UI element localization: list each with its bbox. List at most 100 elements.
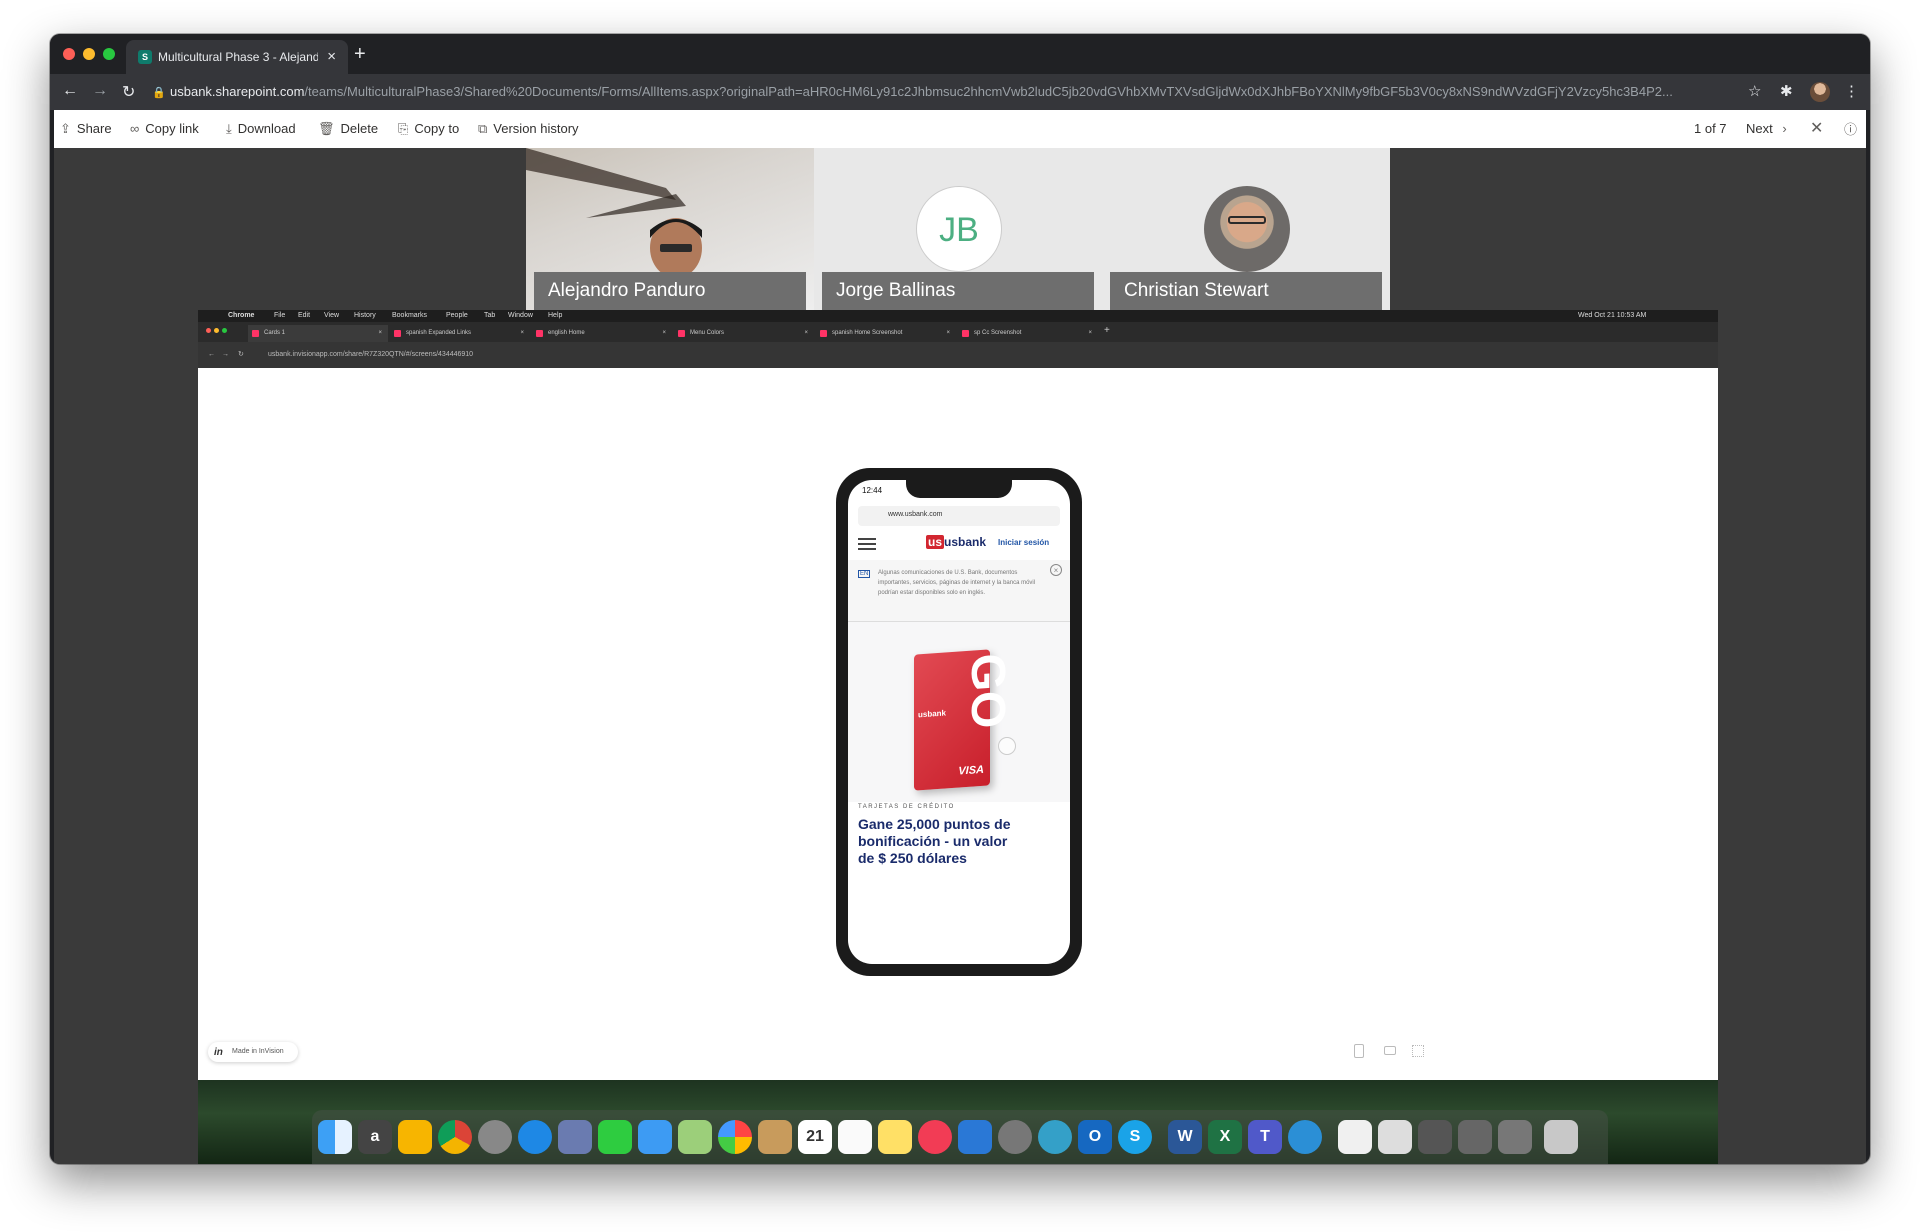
copy-icon: ⎘ bbox=[398, 121, 409, 136]
menu-item[interactable]: View bbox=[324, 310, 339, 322]
screenshot-icon[interactable] bbox=[1378, 1120, 1412, 1154]
minimize-window-button[interactable] bbox=[83, 48, 95, 60]
trash-icon[interactable] bbox=[1544, 1120, 1578, 1154]
screenshot-icon[interactable] bbox=[1418, 1120, 1452, 1154]
inner-tab[interactable]: Cards 1 × bbox=[248, 325, 388, 342]
extensions-icon[interactable]: ✱ bbox=[1780, 82, 1793, 100]
system-preferences-icon[interactable] bbox=[998, 1120, 1032, 1154]
delete-button[interactable]: 🗑 Delete bbox=[318, 121, 378, 137]
sketch-icon[interactable] bbox=[398, 1120, 432, 1154]
maximize-window-button[interactable] bbox=[103, 48, 115, 60]
address-bar[interactable]: 🔒 usbank.sharepoint.com/teams/Multicultur… bbox=[152, 80, 1792, 104]
inner-tab[interactable]: spanish Expanded Links × bbox=[390, 325, 530, 342]
forward-icon[interactable]: → bbox=[222, 342, 229, 368]
shared-screen: Chrome File Edit View History Bookmarks … bbox=[198, 310, 1718, 1164]
reload-icon[interactable]: ↻ bbox=[238, 342, 244, 368]
close-viewer-icon[interactable]: ✕ bbox=[1810, 118, 1823, 138]
messages-icon[interactable] bbox=[638, 1120, 672, 1154]
participant-tile[interactable]: Christian Stewart bbox=[1102, 148, 1390, 310]
document-icon[interactable] bbox=[1338, 1120, 1372, 1154]
download-button[interactable]: ⤓ Download bbox=[226, 121, 296, 137]
bookmark-star-icon[interactable]: ☆ bbox=[1748, 82, 1761, 100]
close-window-button[interactable] bbox=[63, 48, 75, 60]
menu-item[interactable]: History bbox=[354, 310, 376, 322]
safari-icon[interactable] bbox=[518, 1120, 552, 1154]
keynote-icon[interactable] bbox=[958, 1120, 992, 1154]
launchpad-icon[interactable] bbox=[478, 1120, 512, 1154]
made-in-invision-badge[interactable]: in Made in InVision bbox=[208, 1042, 298, 1062]
phone-screen: 12:44 www.usbank.com us usbank Iniciar se… bbox=[848, 480, 1070, 964]
forward-icon[interactable]: → bbox=[92, 82, 108, 100]
menu-item[interactable]: File bbox=[274, 310, 285, 322]
tab-bar: S Multicultural Phase 3 - Alejand × + bbox=[50, 34, 1870, 74]
phone-address-bar[interactable]: www.usbank.com bbox=[858, 506, 1060, 526]
excel-icon[interactable]: X bbox=[1208, 1120, 1242, 1154]
menu-item[interactable]: People bbox=[446, 310, 468, 322]
menu-item[interactable]: Bookmarks bbox=[392, 310, 427, 322]
inner-tab[interactable]: sp Cc Screenshot × bbox=[958, 325, 1098, 342]
card-headline[interactable]: Gane 25,000 puntos de bonificación - un … bbox=[858, 816, 1018, 867]
contacts-icon[interactable] bbox=[758, 1120, 792, 1154]
inner-tab[interactable]: spanish Home Screenshot × bbox=[816, 325, 956, 342]
hamburger-icon[interactable] bbox=[858, 538, 876, 540]
teams-icon[interactable]: T bbox=[1248, 1120, 1282, 1154]
menu-item[interactable]: Edit bbox=[298, 310, 310, 322]
reload-icon[interactable]: ↻ bbox=[122, 82, 135, 102]
search-icon[interactable] bbox=[1288, 1120, 1322, 1154]
phone-mockup: 12:44 www.usbank.com us usbank Iniciar se… bbox=[836, 468, 1082, 976]
share-button[interactable]: ⇪ Share bbox=[60, 121, 112, 137]
card-brand: usbank bbox=[918, 708, 947, 720]
copy-to-button[interactable]: ⎘ Copy to bbox=[398, 121, 459, 137]
music-icon[interactable] bbox=[918, 1120, 952, 1154]
phone-url: www.usbank.com bbox=[888, 511, 943, 518]
facetime-icon[interactable] bbox=[598, 1120, 632, 1154]
copy-link-button[interactable]: ∞ Copy link bbox=[130, 121, 199, 136]
download-icon: ⤓ bbox=[226, 121, 232, 136]
back-icon[interactable]: ← bbox=[208, 342, 215, 368]
notes-icon[interactable] bbox=[878, 1120, 912, 1154]
participant-name: Christian Stewart bbox=[1110, 272, 1382, 310]
menu-item[interactable]: Tab bbox=[484, 310, 495, 322]
reminders-icon[interactable] bbox=[838, 1120, 872, 1154]
app-icon[interactable] bbox=[1038, 1120, 1072, 1154]
outlook-icon[interactable]: O bbox=[1078, 1120, 1112, 1154]
mac-menu-bar: Chrome File Edit View History Bookmarks … bbox=[198, 310, 1718, 322]
carousel-control[interactable] bbox=[998, 737, 1016, 755]
glasses-icon bbox=[1228, 216, 1266, 224]
skype-icon[interactable]: S bbox=[1118, 1120, 1152, 1154]
chrome-icon[interactable] bbox=[438, 1120, 472, 1154]
grid-view-icon[interactable] bbox=[1412, 1045, 1424, 1057]
screenshot-icon[interactable] bbox=[1458, 1120, 1492, 1154]
menu-item[interactable]: Help bbox=[548, 310, 562, 322]
menu-item[interactable]: Chrome bbox=[228, 310, 254, 322]
preview-icon[interactable] bbox=[558, 1120, 592, 1154]
participant-tile[interactable]: JB Jorge Ballinas bbox=[814, 148, 1102, 310]
new-tab-icon[interactable]: + bbox=[1104, 325, 1110, 336]
calendar-icon[interactable]: 21 bbox=[798, 1120, 832, 1154]
screenshot-icon[interactable] bbox=[1498, 1120, 1532, 1154]
word-icon[interactable]: W bbox=[1168, 1120, 1202, 1154]
participant-photo bbox=[1204, 186, 1290, 272]
browser-tab[interactable]: S Multicultural Phase 3 - Alejand × bbox=[126, 40, 348, 74]
next-button[interactable]: Next › bbox=[1746, 121, 1793, 136]
device-view-icon[interactable] bbox=[1354, 1044, 1364, 1058]
version-history-button[interactable]: ⧉ Version history bbox=[478, 121, 579, 137]
back-icon[interactable]: ← bbox=[62, 82, 78, 100]
close-tab-icon[interactable]: × bbox=[327, 48, 336, 65]
app-icon[interactable]: a bbox=[358, 1120, 392, 1154]
inner-address-bar[interactable]: ← → ↻ usbank.invisionapp.com/share/R7Z32… bbox=[198, 342, 1718, 368]
finder-icon[interactable] bbox=[318, 1120, 352, 1154]
close-notice-icon[interactable]: × bbox=[1050, 564, 1062, 576]
profile-avatar[interactable] bbox=[1810, 82, 1830, 102]
inner-tab[interactable]: english Home × bbox=[532, 325, 672, 342]
menu-item[interactable]: Window bbox=[508, 310, 533, 322]
inner-tab[interactable]: Menu Colors × bbox=[674, 325, 814, 342]
info-icon[interactable]: ⓘ bbox=[1844, 119, 1857, 138]
maps-icon[interactable] bbox=[678, 1120, 712, 1154]
participant-tile[interactable]: Alejandro Panduro bbox=[526, 148, 814, 310]
new-tab-icon[interactable]: + bbox=[354, 43, 366, 66]
menu-kebab-icon[interactable]: ⋮ bbox=[1844, 82, 1859, 100]
login-link[interactable]: Iniciar sesión bbox=[998, 538, 1049, 547]
photos-icon[interactable] bbox=[718, 1120, 752, 1154]
comment-icon[interactable] bbox=[1384, 1046, 1396, 1055]
